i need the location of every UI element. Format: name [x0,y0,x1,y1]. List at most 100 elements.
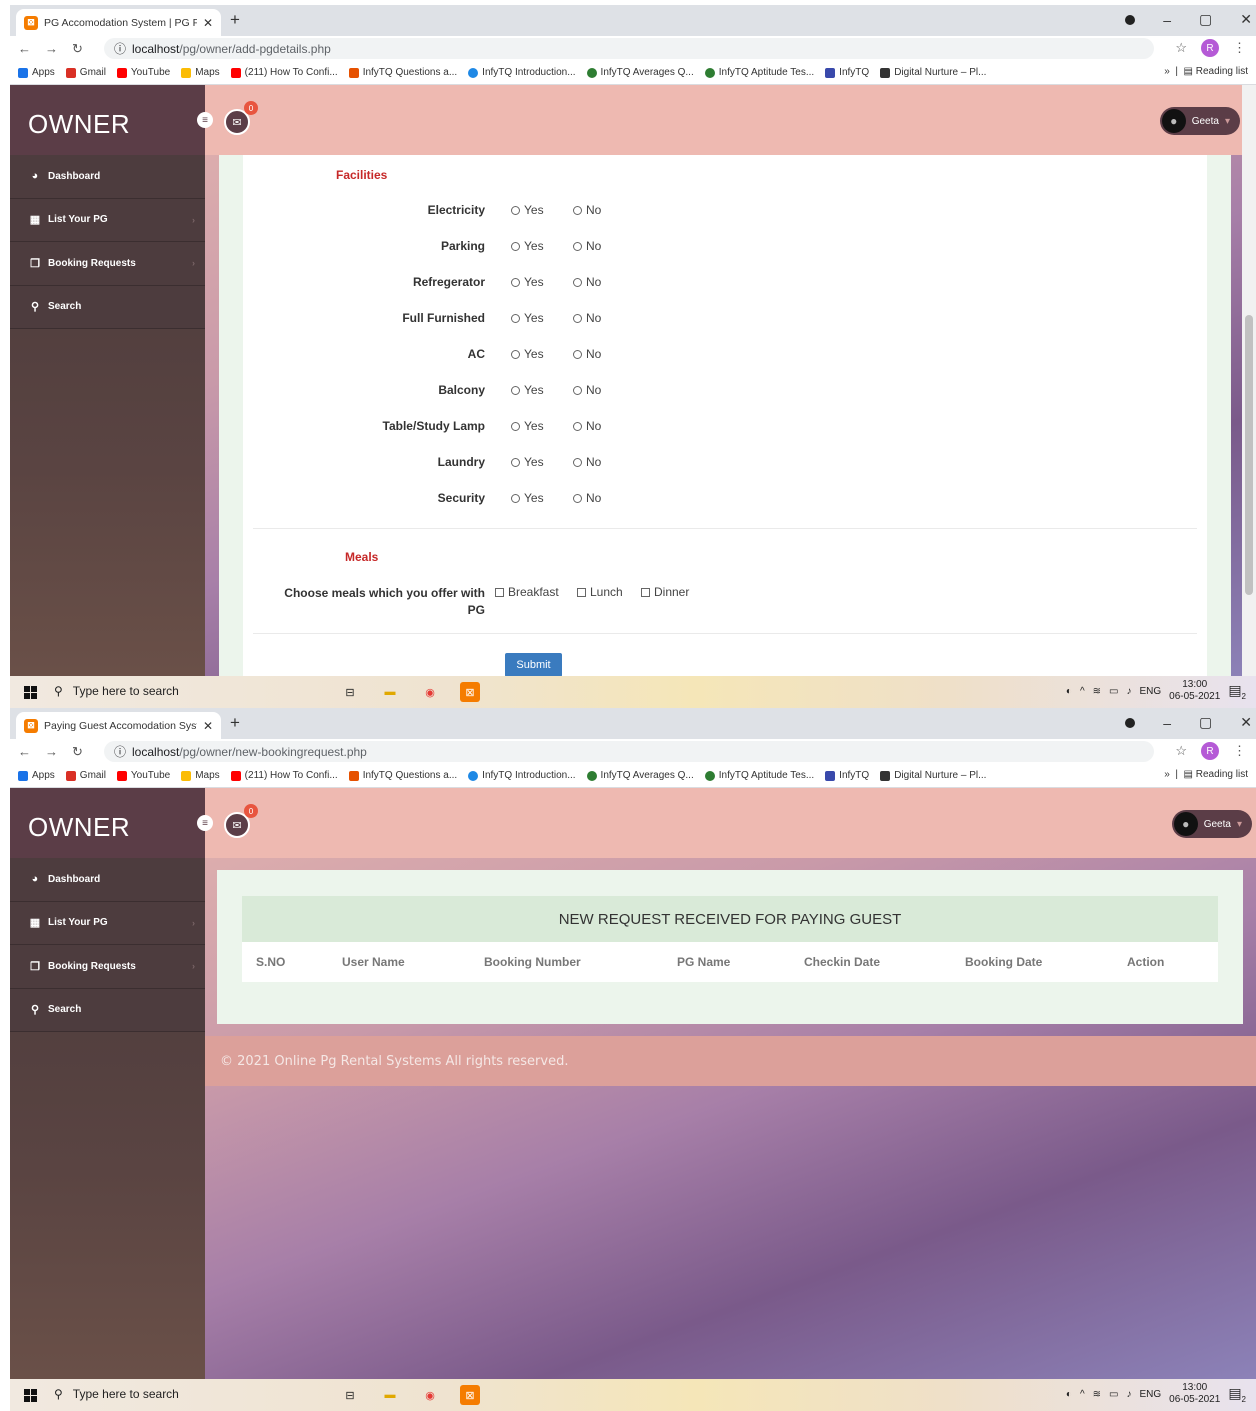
radio-yes[interactable]: Yes [511,455,544,469]
forward-icon[interactable]: → [45,41,58,56]
close-tab-icon[interactable]: ✕ [203,719,213,733]
radio-no[interactable]: No [573,347,601,361]
xampp-icon[interactable]: ⊠ [460,682,480,702]
menu-kebab-icon[interactable]: ⋮ [1233,40,1246,56]
radio-no[interactable]: No [573,491,601,505]
language-indicator[interactable]: ENG [1139,1389,1161,1400]
help-icon[interactable]: ◐ [1066,686,1072,697]
browser-tab-active[interactable]: ⊠ Paying Guest Accomodation Syst ✕ [16,712,221,739]
sidebar-item-dashboard[interactable]: ◕ Dashboard [10,858,205,902]
notification-icon[interactable]: ▤2 [1228,1385,1246,1404]
radio-yes[interactable]: Yes [511,239,544,253]
windows-start-icon[interactable] [24,1389,38,1402]
bookmark-infytq-questions[interactable]: InfyTQ Questions a... [348,67,457,78]
sidebar-item-booking-requests[interactable]: ❐ Booking Requests › [10,242,205,286]
browser-tab-active[interactable]: ⊠ PG Accomodation System | PG Fo ✕ [16,9,221,36]
taskbar-search[interactable]: ⚲ Type here to search [54,1387,179,1401]
chevron-up-icon[interactable]: ^ [1080,686,1085,697]
sidebar-item-list-your-pg[interactable]: ▦ List Your PG › [10,901,205,945]
bookmark-star-icon[interactable]: ☆ [1175,40,1187,56]
bookmark-infytq-averages[interactable]: InfyTQ Averages Q... [586,67,694,78]
bookmark-maps[interactable]: Maps [181,770,220,781]
windows-start-icon[interactable] [24,686,38,699]
new-tab-icon[interactable]: + [230,713,240,733]
radio-yes[interactable]: Yes [511,383,544,397]
bookmark-youtube[interactable]: YouTube [116,67,170,78]
bookmark-infytq[interactable]: InfyTQ [825,67,869,78]
bookmark-infytq-averages[interactable]: InfyTQ Averages Q... [586,770,694,781]
volume-icon[interactable]: ♪ [1126,686,1131,697]
bookmarks-overflow-icon[interactable]: » [1164,769,1170,780]
forward-icon[interactable]: → [45,744,58,759]
checkbox-dinner[interactable]: Dinner [641,585,689,599]
bookmark-gmail[interactable]: Gmail [65,770,106,781]
page-scrollbar[interactable] [1242,85,1256,676]
back-icon[interactable]: ← [18,41,31,56]
scrollbar-thumb[interactable] [1245,315,1253,595]
submit-button[interactable]: Submit [505,653,562,676]
bookmark-gmail[interactable]: Gmail [65,67,106,78]
radio-yes[interactable]: Yes [511,347,544,361]
bookmark-infytq-intro[interactable]: InfyTQ Introduction... [468,770,576,781]
bookmark-star-icon[interactable]: ☆ [1175,743,1187,759]
sidebar-item-list-your-pg[interactable]: ▦ List Your PG › [10,198,205,242]
taskbar-search[interactable]: ⚲ Type here to search [54,684,179,698]
minimize-icon[interactable]: – [1163,12,1171,28]
sidebar-item-search[interactable]: ⚲ Search [10,988,205,1032]
task-view-icon[interactable]: ⊟ [340,682,360,702]
maximize-icon[interactable]: ▢ [1199,714,1212,731]
sidebar-item-dashboard[interactable]: ◕ Dashboard [10,155,205,199]
checkbox-breakfast[interactable]: Breakfast [495,585,559,599]
sidebar-item-booking-requests[interactable]: ❐ Booking Requests › [10,945,205,989]
close-window-icon[interactable]: ✕ [1240,11,1252,28]
radio-yes[interactable]: Yes [511,203,544,217]
sidebar-item-search[interactable]: ⚲ Search [10,285,205,329]
checkbox-lunch[interactable]: Lunch [577,585,623,599]
radio-yes[interactable]: Yes [511,419,544,433]
radio-no[interactable]: No [573,239,601,253]
bookmark-digital-nurture[interactable]: Digital Nurture – Pl... [880,67,986,78]
battery-icon[interactable]: ▭ [1109,1389,1118,1400]
maximize-icon[interactable]: ▢ [1199,11,1212,28]
xampp-icon[interactable]: ⊠ [460,1385,480,1405]
radio-no[interactable]: No [573,275,601,289]
clock[interactable]: 13:00 06-05-2021 [1169,679,1220,703]
hamburger-icon[interactable]: ≡ [197,112,213,128]
new-tab-icon[interactable]: + [230,10,240,30]
language-indicator[interactable]: ENG [1139,686,1161,697]
radio-yes[interactable]: Yes [511,275,544,289]
reading-list-button[interactable]: » | ▤ Reading list [1164,66,1248,77]
close-tab-icon[interactable]: ✕ [203,16,213,30]
volume-icon[interactable]: ♪ [1126,1389,1131,1400]
bookmark-infytq[interactable]: InfyTQ [825,770,869,781]
profile-avatar[interactable]: R [1201,39,1219,57]
bookmark-infytq-aptitude[interactable]: InfyTQ Aptitude Tes... [704,67,814,78]
radio-yes[interactable]: Yes [511,311,544,325]
task-view-icon[interactable]: ⊟ [340,1385,360,1405]
bookmark-maps[interactable]: Maps [181,67,220,78]
info-icon[interactable]: ⓘ [114,40,126,57]
chevron-up-icon[interactable]: ^ [1080,1389,1085,1400]
bookmark-apps[interactable]: Apps [18,67,55,78]
bookmark-video[interactable]: (211) How To Confi... [230,770,338,781]
chrome-icon[interactable]: ◉ [420,1385,440,1405]
radio-no[interactable]: No [573,419,601,433]
wifi-icon[interactable]: ≋ [1093,1389,1101,1400]
user-menu-button[interactable]: ● Geeta ▾ [1171,810,1252,838]
hamburger-icon[interactable]: ≡ [197,815,213,831]
radio-no[interactable]: No [573,455,601,469]
info-icon[interactable]: ⓘ [114,743,126,760]
radio-no[interactable]: No [573,383,601,397]
notification-icon[interactable]: ▤2 [1228,682,1246,701]
clock[interactable]: 13:00 06-05-2021 [1169,1382,1220,1406]
url-field[interactable]: ⓘ localhost/pg/owner/new-bookingrequest.… [104,741,1154,762]
profile-avatar[interactable]: R [1201,742,1219,760]
user-menu-button[interactable]: ● Geeta ▾ [1159,107,1240,135]
file-explorer-icon[interactable]: ▬ [380,1385,400,1405]
bookmark-video[interactable]: (211) How To Confi... [230,67,338,78]
help-icon[interactable]: ◐ [1066,1389,1072,1400]
file-explorer-icon[interactable]: ▬ [380,682,400,702]
reload-icon[interactable]: ↻ [72,41,83,57]
radio-yes[interactable]: Yes [511,491,544,505]
wifi-icon[interactable]: ≋ [1093,686,1101,697]
